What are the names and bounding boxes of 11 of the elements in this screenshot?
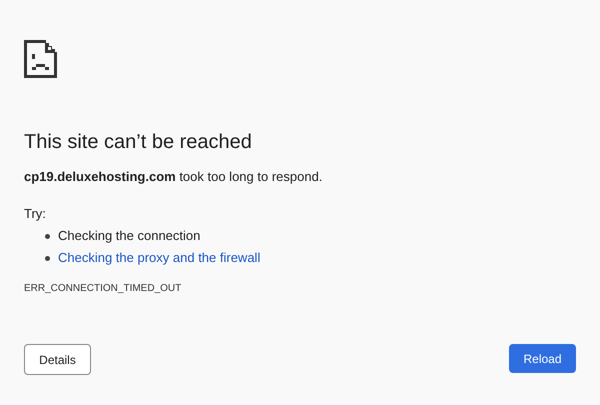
- bullet-icon: [45, 256, 50, 260]
- error-heading: This site can’t be reached: [24, 130, 253, 154]
- try-label: Try:: [24, 206, 47, 222]
- details-button[interactable]: Details: [24, 344, 91, 375]
- bullet-icon: [45, 234, 50, 238]
- suggestion-link[interactable]: Checking the proxy and the firewall: [58, 250, 260, 266]
- error-message: cp19.deluxehosting.com took too long to respond.: [24, 169, 324, 185]
- suggestion-text: Checking the connection: [58, 228, 200, 244]
- sad-page-icon: [24, 40, 57, 78]
- reload-button[interactable]: Reload: [509, 344, 576, 373]
- error-code: ERR_CONNECTION_TIMED_OUT: [24, 283, 182, 295]
